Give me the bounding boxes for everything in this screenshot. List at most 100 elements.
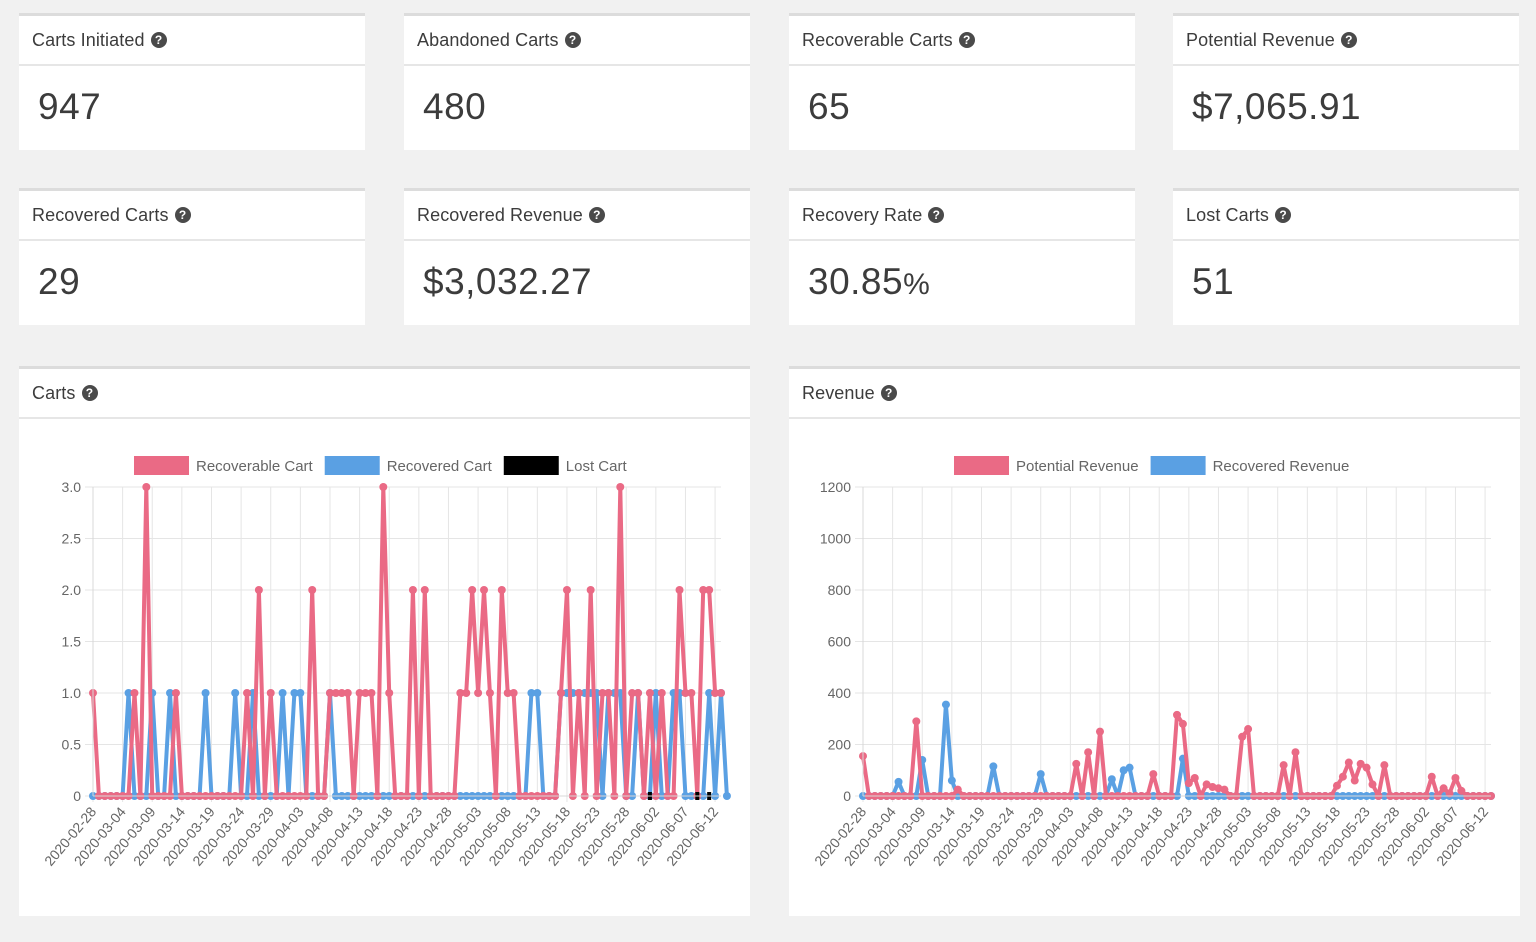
data-point [308,586,317,594]
y-tick-label: 600 [828,634,852,650]
stat-label: Recoverable Carts [802,29,953,50]
stat-label: Recovered Revenue [417,204,583,225]
question-circle-icon[interactable]: ? [174,207,191,223]
stat-value: 51 [1192,261,1235,302]
data-point [1238,732,1247,741]
data-point [675,586,684,594]
data-point [657,689,666,697]
stat-card-header: Recovered Revenue? [404,191,750,241]
chart-card-header: Revenue? [789,369,1520,419]
data-point [1149,770,1158,779]
question-circle-icon[interactable]: ? [1275,207,1292,223]
question-circle-icon[interactable]: ? [880,385,897,401]
data-point [1350,776,1359,785]
data-point [953,785,962,794]
data-point [586,586,595,594]
legend-swatch [134,456,189,475]
data-point [574,689,583,697]
stat-card-abandoned-carts: Abandoned Carts? 480 [404,13,750,150]
legend-swatch [954,456,1009,475]
data-point [687,689,696,697]
question-circle-icon[interactable]: ? [564,32,581,48]
data-point [1279,761,1288,770]
data-point [533,689,542,697]
question-circle-icon[interactable]: ? [1340,32,1357,48]
legend: Recoverable Cart Recovered Cart Lost Cart [134,456,627,475]
y-tick-label: 0 [843,788,851,804]
data-point [1244,725,1253,734]
data-point [468,586,477,594]
question-circle-icon[interactable]: ? [81,385,98,401]
data-point [562,586,571,594]
stat-card-recoverable-carts: Recoverable Carts? 65 [789,13,1135,150]
stat-label: Lost Carts [1186,204,1270,225]
data-point [1072,759,1081,768]
data-point [705,586,714,594]
stat-value: $7,065.91 [1192,86,1362,127]
data-point [634,689,643,697]
legend-swatch [1150,456,1206,475]
stat-label: Potential Revenue [1186,29,1335,50]
stat-label: Recovery Rate [802,204,923,225]
stat-value: 65 [808,86,851,127]
data-point [1362,763,1371,772]
y-tick-label: 1.0 [62,685,82,701]
data-point [1427,772,1436,781]
carts-line-chart: 00.51.01.52.02.53.02020-02-282020-03-042… [41,456,731,869]
y-tick-label: 1200 [820,479,851,495]
stat-card-header: Recoverable Carts? [789,16,1135,66]
stat-card-header: Abandoned Carts? [404,16,750,66]
question-circle-icon[interactable]: ? [588,207,605,223]
stat-card-potential-revenue: Potential Revenue? $7,065.91 [1173,13,1519,150]
data-point [462,689,471,697]
question-circle-icon[interactable]: ? [958,32,975,48]
stat-label: Carts Initiated [32,29,145,50]
data-point [385,689,394,697]
carts-chart-card: Carts? 0 0.5 1.0 1.5 2.0 2.5 3.0 2020-02-28 2020… [19,366,750,916]
data-point [278,689,287,697]
stat-card-recovery-rate: Recovery Rate? 30.85% [789,188,1135,325]
data-point [941,700,950,709]
y-tick-label: 0 [73,788,81,804]
stat-value: 947 [38,86,102,127]
y-tick-label: 2.5 [62,531,82,547]
data-point [474,689,483,697]
data-point [1380,761,1389,770]
revenue-line-chart: 0200400600800100012002020-02-282020-03-0… [811,456,1495,869]
y-tick-label: 1000 [820,531,851,547]
stat-value: 29 [38,261,81,302]
data-point [243,689,252,697]
data-point [645,689,654,697]
question-circle-icon[interactable]: ? [928,207,945,223]
legend-label: Recovered Revenue [1213,458,1350,475]
question-circle-icon[interactable]: ? [150,32,167,48]
data-point [1095,727,1104,736]
data-point [343,689,352,697]
legend: Potential Revenue Recovered Revenue [954,456,1349,475]
y-tick-label: 200 [828,737,852,753]
data-point [1332,781,1341,790]
data-point [254,586,263,594]
data-point [1338,772,1347,781]
data-point [717,689,725,697]
data-point [616,483,625,491]
chart-title: Revenue [802,382,875,403]
legend-label: Recovered Cart [387,458,493,475]
stat-card-header: Carts Initiated? [19,16,365,66]
data-point [497,586,506,594]
legend-swatch [324,456,380,475]
data-point [989,762,998,771]
stat-label: Recovered Carts [32,204,169,225]
data-point [604,689,613,697]
y-tick-label: 3.0 [62,479,82,495]
stat-number: 30.85 [808,261,904,302]
stat-card-recovered-carts: Recovered Carts? 29 [19,188,365,325]
stat-card-header: Recovered Carts? [19,191,365,241]
y-tick-label: 800 [828,582,852,598]
data-point [947,776,956,785]
data-point [1125,763,1134,772]
data-point [266,689,275,697]
data-point [509,689,518,697]
data-point [1084,748,1093,757]
data-point [1190,773,1199,782]
